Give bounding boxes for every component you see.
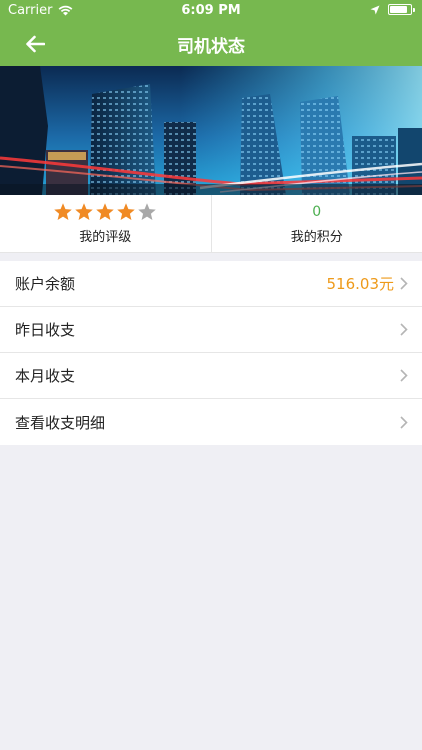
location-arrow-icon <box>370 5 380 14</box>
city-banner-image <box>0 66 422 195</box>
star-filled-icon <box>117 203 135 220</box>
chevron-right-icon <box>400 369 408 382</box>
menu-item-yesterday-income[interactable]: 昨日收支 <box>0 307 422 353</box>
star-filled-icon <box>54 203 72 220</box>
app-header: Carrier 6:09 PM 司机状态 <box>0 0 422 66</box>
star-filled-icon <box>96 203 114 220</box>
navigation-bar: 司机状态 <box>0 22 422 66</box>
menu-item-income-details[interactable]: 查看收支明细 <box>0 399 422 445</box>
points-value: 0 <box>312 204 322 220</box>
points-stat[interactable]: 0 我的积分 <box>210 195 422 252</box>
account-balance-value: 516.03元 <box>326 275 395 293</box>
clock: 6:09 PM <box>181 3 241 18</box>
star-filled-icon <box>75 203 93 220</box>
chevron-right-icon <box>400 277 408 290</box>
rating-stars <box>53 202 157 222</box>
menu-item-label: 昨日收支 <box>15 321 76 339</box>
star-empty-icon <box>138 203 156 220</box>
driver-stats: 我的评级 0 我的积分 <box>0 195 422 253</box>
chevron-right-icon <box>400 323 408 336</box>
status-bar: Carrier 6:09 PM <box>0 0 422 22</box>
battery-level <box>390 6 408 13</box>
menu-item-label: 本月收支 <box>15 367 76 385</box>
menu-item-label: 查看收支明细 <box>15 413 106 432</box>
chevron-right-icon <box>400 415 408 429</box>
menu-item-month-income[interactable]: 本月收支 <box>0 353 422 399</box>
battery-icon <box>388 4 415 15</box>
finance-menu: 账户余额 516.03元 昨日收支 本月收支 查看收支明细 <box>0 261 422 445</box>
city-skyline-illustration <box>0 66 422 195</box>
rating-label: 我的评级 <box>79 230 132 245</box>
page-title: 司机状态 <box>177 37 245 57</box>
rating-stat[interactable]: 我的评级 <box>0 195 211 252</box>
menu-item-label: 账户余额 <box>15 275 76 293</box>
points-label: 我的积分 <box>290 230 343 245</box>
status-right <box>370 4 415 15</box>
menu-item-account-balance[interactable]: 账户余额 516.03元 <box>0 261 422 307</box>
